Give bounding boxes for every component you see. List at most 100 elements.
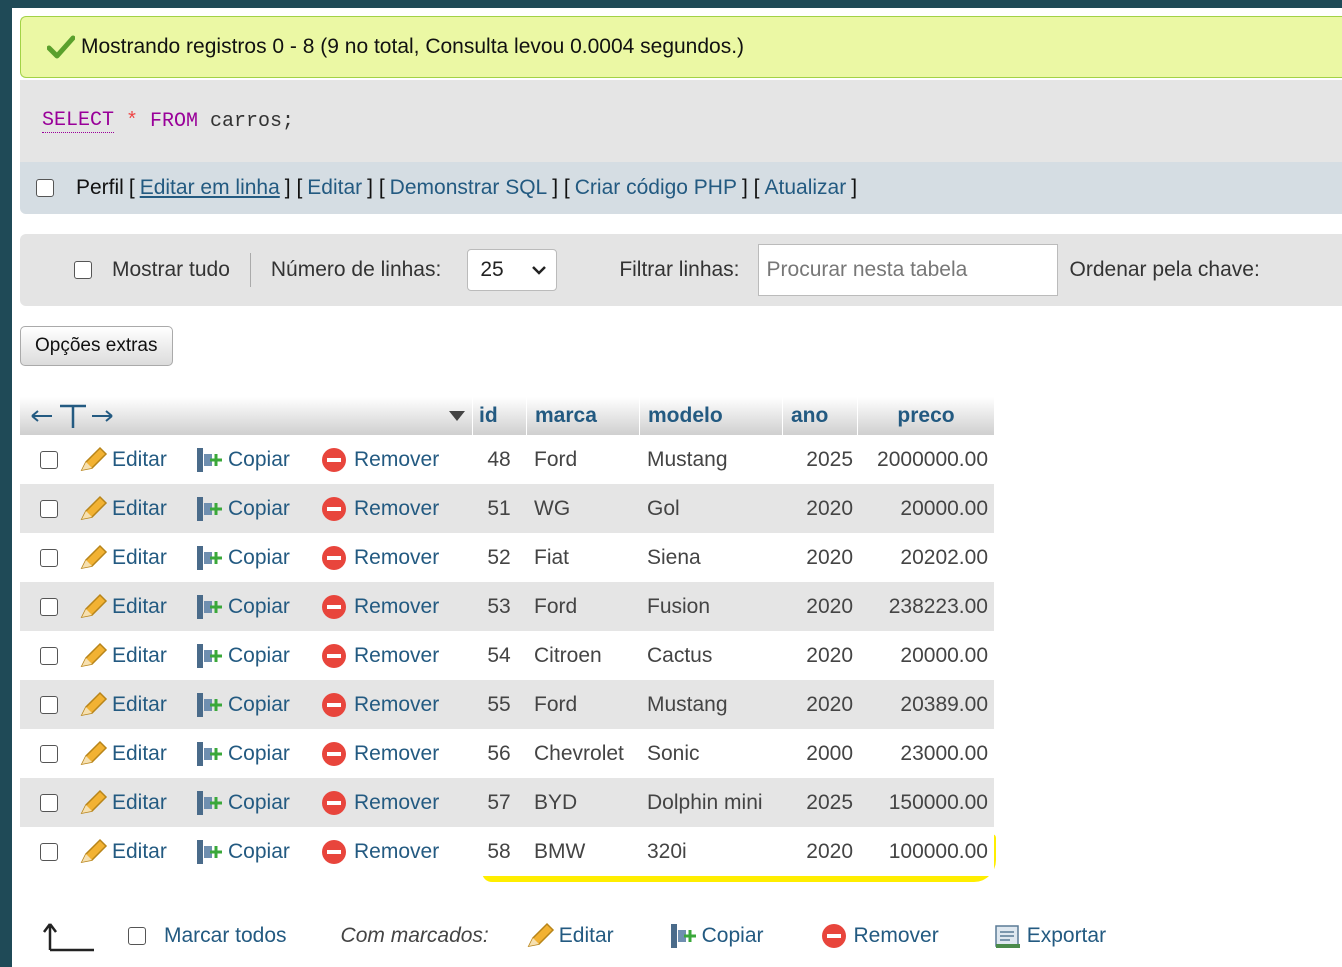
row-checkbox[interactable] <box>40 695 58 714</box>
cell-modelo[interactable]: Fusion <box>639 595 782 619</box>
column-header-modelo[interactable]: modelo <box>639 397 782 435</box>
cell-ano[interactable]: 2020 <box>782 840 857 864</box>
row-edit-action[interactable]: Editar <box>78 838 194 866</box>
editar-link[interactable]: Editar <box>307 176 362 200</box>
cell-modelo[interactable]: Cactus <box>639 644 782 668</box>
column-resize-arrows-icon[interactable] <box>30 402 116 430</box>
editar-em-linha-link[interactable]: Editar em linha <box>140 176 280 200</box>
cell-id[interactable]: 54 <box>472 644 526 668</box>
row-edit-action[interactable]: Editar <box>78 789 194 817</box>
extra-options-button[interactable]: Opções extras <box>20 326 173 366</box>
row-copy-action[interactable]: Copiar <box>194 446 320 474</box>
cell-modelo[interactable]: 320i <box>639 840 782 864</box>
row-remove-action[interactable]: Remover <box>320 593 472 621</box>
cell-marca[interactable]: BYD <box>526 791 639 815</box>
cell-marca[interactable]: Fiat <box>526 546 639 570</box>
cell-id[interactable]: 53 <box>472 595 526 619</box>
cell-ano[interactable]: 2000 <box>782 742 857 766</box>
cell-preco[interactable]: 20389.00 <box>857 693 994 717</box>
cell-modelo[interactable]: Mustang <box>639 693 782 717</box>
row-checkbox[interactable] <box>40 450 58 469</box>
cell-preco[interactable]: 20000.00 <box>857 644 994 668</box>
cell-ano[interactable]: 2025 <box>782 448 857 472</box>
cell-marca[interactable]: Citroen <box>526 644 639 668</box>
row-remove-action[interactable]: Remover <box>320 495 472 523</box>
rows-per-page-select[interactable]: 25 <box>467 249 558 291</box>
bulk-copy-button[interactable]: Copiar <box>668 922 764 950</box>
cell-ano[interactable]: 2020 <box>782 546 857 570</box>
row-remove-action[interactable]: Remover <box>320 691 472 719</box>
criar-codigo-php-link[interactable]: Criar código PHP <box>575 176 737 200</box>
cell-id[interactable]: 57 <box>472 791 526 815</box>
cell-marca[interactable]: Ford <box>526 595 639 619</box>
row-copy-action[interactable]: Copiar <box>194 740 320 768</box>
row-remove-action[interactable]: Remover <box>320 838 472 866</box>
cell-ano[interactable]: 2020 <box>782 497 857 521</box>
cell-ano[interactable]: 2020 <box>782 644 857 668</box>
cell-marca[interactable]: BMW <box>526 840 639 864</box>
row-checkbox[interactable] <box>40 646 58 665</box>
row-checkbox[interactable] <box>40 842 58 861</box>
row-edit-action[interactable]: Editar <box>78 593 194 621</box>
row-checkbox[interactable] <box>40 499 58 518</box>
filter-rows-input[interactable] <box>757 244 1058 296</box>
cell-preco[interactable]: 20202.00 <box>857 546 994 570</box>
cell-ano[interactable]: 2020 <box>782 693 857 717</box>
cell-id[interactable]: 55 <box>472 693 526 717</box>
row-copy-action[interactable]: Copiar <box>194 593 320 621</box>
column-header-id[interactable]: id <box>472 397 526 435</box>
cell-preco[interactable]: 100000.00 <box>857 840 994 864</box>
column-header-ano[interactable]: ano <box>782 397 857 435</box>
cell-ano[interactable]: 2025 <box>782 791 857 815</box>
cell-marca[interactable]: Ford <box>526 448 639 472</box>
cell-marca[interactable]: Chevrolet <box>526 742 639 766</box>
row-copy-action[interactable]: Copiar <box>194 838 320 866</box>
row-checkbox[interactable] <box>40 597 58 616</box>
column-header-preco[interactable]: preco <box>857 397 994 435</box>
row-edit-action[interactable]: Editar <box>78 495 194 523</box>
cell-ano[interactable]: 2020 <box>782 595 857 619</box>
cell-preco[interactable]: 2000000.00 <box>857 448 994 472</box>
cell-id[interactable]: 56 <box>472 742 526 766</box>
cell-preco[interactable]: 23000.00 <box>857 742 994 766</box>
row-copy-action[interactable]: Copiar <box>194 544 320 572</box>
cell-id[interactable]: 51 <box>472 497 526 521</box>
cell-id[interactable]: 58 <box>472 840 526 864</box>
row-copy-action[interactable]: Copiar <box>194 691 320 719</box>
cell-id[interactable]: 52 <box>472 546 526 570</box>
cell-marca[interactable]: Ford <box>526 693 639 717</box>
row-copy-action[interactable]: Copiar <box>194 495 320 523</box>
row-edit-action[interactable]: Editar <box>78 740 194 768</box>
row-copy-action[interactable]: Copiar <box>194 642 320 670</box>
cell-modelo[interactable]: Siena <box>639 546 782 570</box>
row-checkbox[interactable] <box>40 548 58 567</box>
cell-modelo[interactable]: Mustang <box>639 448 782 472</box>
bulk-edit-button[interactable]: Editar <box>525 922 614 950</box>
row-edit-action[interactable]: Editar <box>78 642 194 670</box>
column-header-marca[interactable]: marca <box>526 397 639 435</box>
row-remove-action[interactable]: Remover <box>320 789 472 817</box>
bulk-remove-button[interactable]: Remover <box>820 922 939 950</box>
cell-marca[interactable]: WG <box>526 497 639 521</box>
row-edit-action[interactable]: Editar <box>78 446 194 474</box>
row-remove-action[interactable]: Remover <box>320 544 472 572</box>
sql-select-keyword[interactable]: SELECT <box>42 109 115 133</box>
mostrar-tudo-checkbox[interactable] <box>74 261 92 279</box>
perfil-checkbox[interactable] <box>36 179 54 197</box>
row-remove-action[interactable]: Remover <box>320 740 472 768</box>
row-checkbox[interactable] <box>40 793 58 812</box>
cell-preco[interactable]: 150000.00 <box>857 791 994 815</box>
cell-preco[interactable]: 238223.00 <box>857 595 994 619</box>
cell-preco[interactable]: 20000.00 <box>857 497 994 521</box>
row-checkbox[interactable] <box>40 744 58 763</box>
marcar-todos-label[interactable]: Marcar todos <box>164 924 287 948</box>
bulk-export-button[interactable]: Exportar <box>993 922 1106 950</box>
row-remove-action[interactable]: Remover <box>320 446 472 474</box>
demonstrar-sql-link[interactable]: Demonstrar SQL <box>390 176 548 200</box>
dropdown-triangle-icon[interactable] <box>448 410 466 422</box>
row-remove-action[interactable]: Remover <box>320 642 472 670</box>
cell-modelo[interactable]: Dolphin mini <box>639 791 782 815</box>
row-edit-action[interactable]: Editar <box>78 691 194 719</box>
cell-modelo[interactable]: Gol <box>639 497 782 521</box>
row-edit-action[interactable]: Editar <box>78 544 194 572</box>
